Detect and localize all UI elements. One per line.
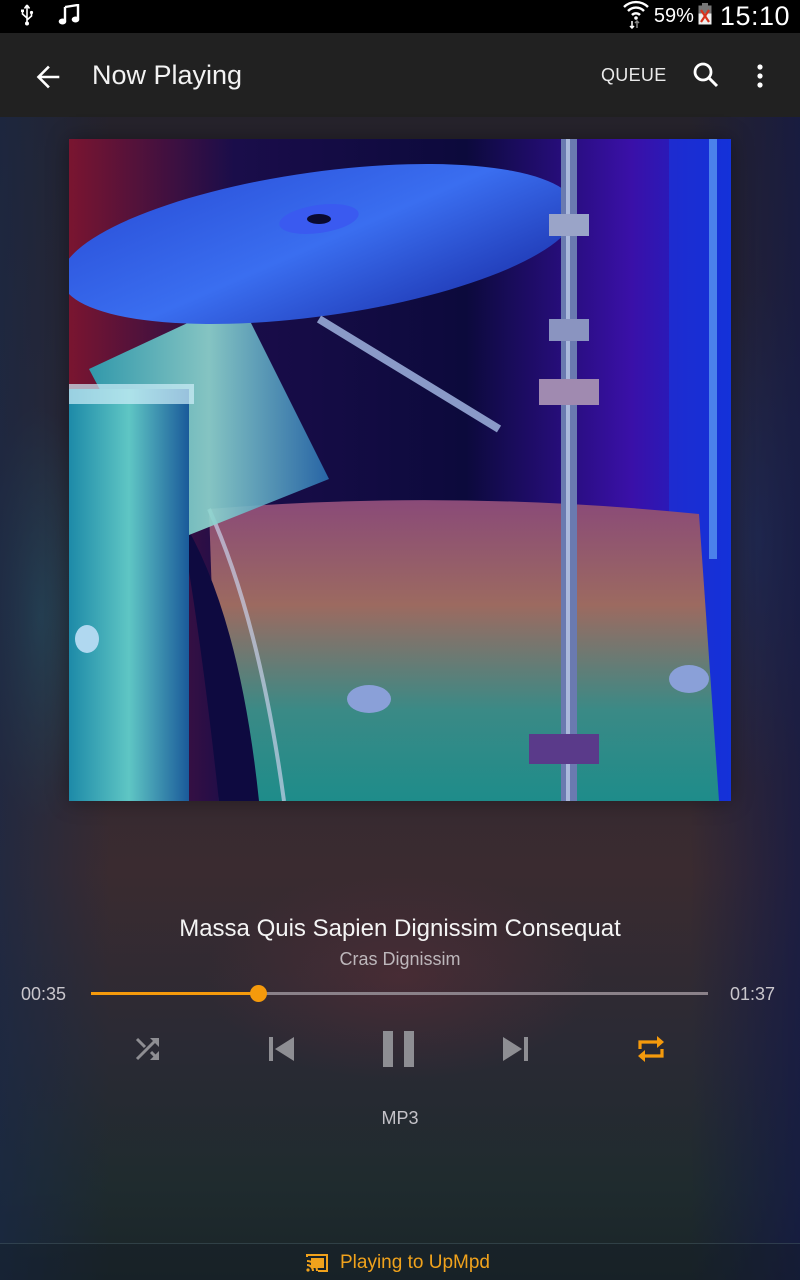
more-options-button[interactable] <box>748 61 772 93</box>
battery-percent: 59% <box>653 5 694 27</box>
seek-progress <box>91 992 258 995</box>
wifi-icon <box>622 0 650 34</box>
more-vert-icon <box>757 64 763 88</box>
music-note-icon <box>58 3 80 31</box>
battery-icon <box>698 3 712 30</box>
shuffle-icon <box>135 1037 159 1061</box>
cast-status-bar: Playing to UpMpd <box>0 1243 800 1280</box>
app-bar: Now Playing QUEUE <box>0 33 800 117</box>
pause-icon <box>383 1031 414 1067</box>
repeat-icon <box>638 1036 664 1062</box>
page-title: Now Playing <box>92 60 243 90</box>
clock: 15:10 <box>719 1 790 31</box>
usb-icon <box>20 4 34 31</box>
repeat-button[interactable] <box>634 1033 668 1065</box>
seek-thumb[interactable] <box>249 985 267 1002</box>
cast-status-button[interactable]: Playing to UpMpd <box>306 1252 490 1274</box>
skip-previous-icon <box>269 1037 294 1061</box>
shuffle-button[interactable] <box>132 1033 164 1065</box>
track-artist: Cras Dignissim <box>339 949 461 969</box>
search-button[interactable] <box>690 59 722 91</box>
cast-connected-icon <box>306 1254 328 1272</box>
play-pause-button[interactable] <box>378 1028 420 1070</box>
audio-format: MP3 <box>381 1108 419 1128</box>
back-button[interactable] <box>30 59 66 95</box>
track-title: Massa Quis Sapien Dignissim Consequat <box>179 915 621 942</box>
status-bar: 59% 15:10 <box>0 0 800 33</box>
arrow-back-icon <box>36 65 60 89</box>
next-button[interactable] <box>497 1031 533 1067</box>
skip-next-icon <box>503 1037 528 1061</box>
cast-status-text: Playing to UpMpd <box>340 1252 490 1273</box>
seek-bar[interactable] <box>91 985 708 1002</box>
elapsed-time: 00:35 <box>21 984 67 1004</box>
album-art <box>69 139 731 801</box>
search-icon <box>693 62 719 88</box>
queue-button[interactable]: QUEUE <box>601 65 667 86</box>
drum-kit-photo <box>69 139 731 801</box>
total-time: 01:37 <box>730 984 776 1004</box>
previous-button[interactable] <box>264 1031 300 1067</box>
